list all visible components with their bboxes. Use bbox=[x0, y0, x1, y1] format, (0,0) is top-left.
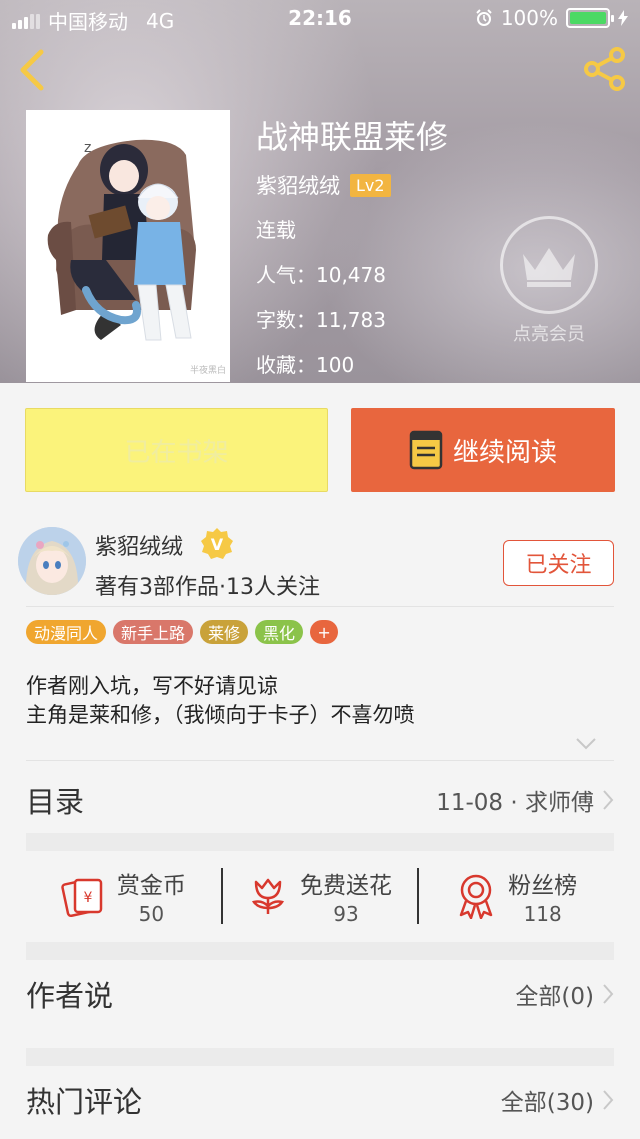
continue-reading-label: 继续阅读 bbox=[452, 437, 557, 468]
back-button[interactable] bbox=[14, 48, 50, 92]
section-gap bbox=[26, 833, 614, 851]
reward-coins-button[interactable]: ¥ 赏金币 50 bbox=[26, 866, 221, 926]
tag-laixiu[interactable]: 莱修 bbox=[200, 620, 249, 644]
popularity-stat: 人气：10,478 bbox=[256, 263, 386, 287]
crown-icon bbox=[523, 248, 575, 287]
stat-label: 赏金币 bbox=[116, 873, 186, 899]
share-button[interactable] bbox=[582, 46, 628, 92]
author-card-name: 紫貂绒绒 bbox=[95, 535, 184, 560]
chevron-right-icon bbox=[603, 790, 614, 810]
hot-comments-title: 热门评论 bbox=[26, 1085, 143, 1119]
tag-list: 动漫同人 新手上路 莱修 黑化 + bbox=[26, 620, 339, 644]
chevron-right-icon bbox=[603, 984, 614, 1004]
author-says-title: 作者说 bbox=[26, 979, 114, 1013]
level-badge: Lv2 bbox=[350, 173, 391, 197]
verified-badge-letter: V bbox=[211, 535, 224, 554]
share-icon bbox=[584, 47, 625, 91]
tag-dark[interactable]: 黑化 bbox=[255, 620, 304, 644]
svg-text:¥: ¥ bbox=[83, 890, 92, 906]
divider bbox=[26, 760, 614, 761]
chevron-left-icon bbox=[20, 49, 44, 91]
hot-comments-row[interactable]: 热门评论 全部(30) bbox=[26, 1070, 614, 1130]
vip-label: 点亮会员 bbox=[513, 324, 585, 345]
stat-label: 粉丝榜 bbox=[508, 873, 578, 899]
book-description: 作者刚入坑，写不好请见谅 主角是莱和修，（我倾向于卡子）不喜勿喷 bbox=[26, 672, 415, 730]
book-icon bbox=[409, 430, 443, 470]
cover-illustration: z bbox=[26, 110, 230, 382]
verified-badge-icon: V bbox=[201, 528, 233, 559]
hot-comments-count: 全部(30) bbox=[500, 1090, 594, 1116]
medal-icon bbox=[459, 874, 493, 919]
section-gap bbox=[26, 1048, 614, 1066]
battery-icon bbox=[566, 8, 614, 28]
serial-status: 连载 bbox=[256, 218, 296, 242]
author-card[interactable]: 紫貂绒绒 V 著有3部作品·13人关注 已关注 bbox=[0, 513, 640, 607]
catalog-title: 目录 bbox=[26, 785, 85, 819]
avatar[interactable] bbox=[18, 527, 86, 595]
author-works-summary: 著有3部作品·13人关注 bbox=[95, 575, 320, 600]
charging-icon bbox=[618, 10, 628, 26]
send-flower-button[interactable]: 免费送花 93 bbox=[223, 866, 418, 926]
chevron-right-icon bbox=[603, 1090, 614, 1110]
description-line: 主角是莱和修，（我倾向于卡子）不喜勿喷 bbox=[26, 703, 415, 727]
book-title: 战神联盟莱修 bbox=[256, 118, 449, 156]
cover-caption: 半夜黑白 bbox=[189, 366, 226, 376]
latest-chapter: 11-08 · 求师傅 bbox=[436, 790, 594, 816]
stat-value: 50 bbox=[138, 902, 165, 926]
action-row: 已在书架 继续阅读 bbox=[0, 383, 640, 513]
author-says-row[interactable]: 作者说 全部(0) bbox=[26, 964, 614, 1024]
follow-button[interactable]: 已关注 bbox=[503, 540, 614, 586]
stat-value: 93 bbox=[333, 902, 359, 926]
vip-badge[interactable]: 点亮会员 bbox=[500, 216, 598, 346]
stat-value: 118 bbox=[523, 902, 562, 926]
tag-anime-fanfic[interactable]: 动漫同人 bbox=[26, 620, 107, 644]
svg-text:z: z bbox=[84, 140, 91, 156]
avatar-illustration bbox=[18, 527, 86, 595]
battery-percent: 100% bbox=[500, 6, 558, 30]
fan-ranking-button[interactable]: 粉丝榜 118 bbox=[419, 866, 614, 926]
book-header: 中国移动 4G 22:16 100% z 半夜黑白 战神联盟莱修 紫貂绒绒 Lv… bbox=[0, 0, 640, 383]
favorites-stat: 收藏：100 bbox=[256, 353, 355, 377]
tag-newbie[interactable]: 新手上路 bbox=[113, 620, 194, 644]
status-bar: 中国移动 4G 22:16 100% bbox=[0, 0, 640, 36]
interaction-stats: ¥ 赏金币 50 免费送花 93 粉丝榜 118 bbox=[26, 850, 614, 942]
in-shelf-button[interactable]: 已在书架 bbox=[25, 408, 328, 492]
add-tag-button[interactable]: + bbox=[310, 620, 339, 644]
word-count-stat: 字数：11,783 bbox=[256, 308, 386, 332]
catalog-row[interactable]: 目录 11-08 · 求师傅 bbox=[26, 770, 614, 830]
author-name[interactable]: 紫貂绒绒 bbox=[256, 170, 340, 200]
author-says-count: 全部(0) bbox=[515, 984, 594, 1010]
divider bbox=[26, 606, 614, 607]
description-line: 作者刚入坑，写不好请见谅 bbox=[26, 674, 278, 698]
red-envelope-icon: ¥ bbox=[61, 878, 103, 918]
section-gap bbox=[26, 942, 614, 960]
alarm-icon bbox=[476, 9, 492, 26]
expand-description-icon[interactable] bbox=[575, 737, 597, 751]
book-cover[interactable]: z 半夜黑白 bbox=[26, 110, 230, 382]
stat-label: 免费送花 bbox=[300, 873, 392, 899]
flower-icon bbox=[251, 878, 285, 914]
continue-reading-button[interactable]: 继续阅读 bbox=[351, 408, 615, 492]
